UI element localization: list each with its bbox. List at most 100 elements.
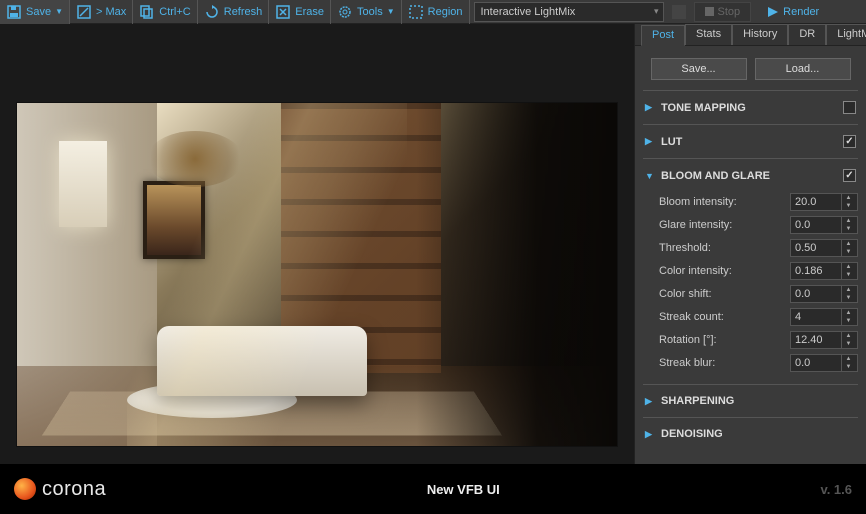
section-checkbox[interactable] [843, 101, 856, 114]
panel-tabs: Post Stats History DR LightMix [635, 24, 866, 46]
refresh-button[interactable]: Refresh [198, 0, 270, 24]
save-settings-button[interactable]: Save... [651, 58, 747, 80]
spinner-input[interactable]: ▲▼ [790, 216, 858, 234]
version-label: v. 1.6 [820, 482, 852, 497]
arrow-up-icon[interactable]: ▲ [842, 332, 855, 340]
toolbar-label: Erase [295, 6, 324, 18]
property-row: Color shift: ▲▼ [659, 282, 858, 305]
value-field[interactable] [791, 357, 841, 369]
property-row: Rotation [°]:▲▼ [659, 328, 858, 351]
section-title: LUT [661, 136, 682, 148]
stop-button[interactable]: Stop [694, 2, 752, 22]
section-header[interactable]: ▼ BLOOM AND GLARE [643, 165, 858, 186]
dropdown-value: Interactive LightMix [481, 6, 576, 18]
spinner-arrows[interactable]: ▲▼ [841, 194, 855, 210]
spinner-input[interactable]: ▲▼ [790, 193, 858, 211]
region-button[interactable]: Region [402, 0, 470, 24]
section-lut: ▶ LUT [643, 124, 858, 158]
arrow-down-icon[interactable]: ▼ [842, 340, 855, 348]
value-field[interactable] [791, 311, 841, 323]
spinner-input[interactable]: ▲▼ [790, 285, 858, 303]
arrow-down-icon[interactable]: ▼ [842, 317, 855, 325]
erase-button[interactable]: Erase [269, 0, 331, 24]
section-title: DENOISING [661, 428, 723, 440]
section-header[interactable]: ▶ TONE MAPPING [643, 97, 858, 118]
spinner-arrows[interactable]: ▲▼ [841, 355, 855, 371]
arrow-up-icon[interactable]: ▲ [842, 194, 855, 202]
brand-logo: corona [14, 478, 106, 501]
section-sharpening: ▶ SHARPENING [643, 384, 858, 417]
spinner-input[interactable]: ▲▼ [790, 308, 858, 326]
spinner-input[interactable]: ▲▼ [790, 262, 858, 280]
arrow-down-icon[interactable]: ▼ [842, 363, 855, 371]
spinner-arrows[interactable]: ▲▼ [841, 240, 855, 256]
arrow-up-icon[interactable]: ▲ [842, 217, 855, 225]
arrow-up-icon[interactable]: ▲ [842, 240, 855, 248]
section-checkbox[interactable] [843, 135, 856, 148]
render-button[interactable]: Render [757, 1, 829, 23]
section-header[interactable]: ▶ LUT [643, 131, 858, 152]
arrow-down-icon[interactable]: ▼ [842, 248, 855, 256]
section-checkbox[interactable] [843, 169, 856, 182]
tools-button[interactable]: Tools ▼ [331, 0, 402, 24]
spinner-arrows[interactable]: ▲▼ [841, 263, 855, 279]
property-row: Color intensity: ▲▼ [659, 259, 858, 282]
brand-name: corona [42, 478, 106, 501]
arrow-down-icon[interactable]: ▼ [842, 294, 855, 302]
load-settings-button[interactable]: Load... [755, 58, 851, 80]
property-label: Color intensity: [659, 265, 790, 277]
section-header[interactable]: ▶ SHARPENING [643, 391, 858, 411]
arrow-up-icon[interactable]: ▲ [842, 263, 855, 271]
gear-icon [337, 4, 353, 20]
arrow-up-icon[interactable]: ▲ [842, 286, 855, 294]
value-field[interactable] [791, 196, 841, 208]
tab-dr[interactable]: DR [788, 24, 826, 45]
property-label: Threshold: [659, 242, 790, 254]
tab-post[interactable]: Post [641, 25, 685, 46]
spinner-arrows[interactable]: ▲▼ [841, 309, 855, 325]
property-label: Glare intensity: [659, 219, 790, 231]
panel-body: Save... Load... ▶ TONE MAPPING ▶ LUT ▼ B… [635, 46, 866, 464]
value-field[interactable] [791, 219, 841, 231]
property-label: Bloom intensity: [659, 196, 790, 208]
tab-history[interactable]: History [732, 24, 788, 45]
toolbar-label: Stop [718, 6, 741, 18]
chevron-down-icon: ▼ [55, 7, 63, 16]
value-field[interactable] [791, 265, 841, 277]
property-label: Color shift: [659, 288, 790, 300]
spinner-arrows[interactable]: ▲▼ [841, 286, 855, 302]
tab-lightmix[interactable]: LightMix [826, 24, 866, 45]
spinner-arrows[interactable]: ▲▼ [841, 217, 855, 233]
pass-dropdown[interactable]: Interactive LightMix [474, 2, 664, 22]
max-button[interactable]: > Max [70, 0, 133, 24]
arrow-down-icon[interactable]: ▼ [842, 271, 855, 279]
erase-icon [275, 4, 291, 20]
copy-icon [139, 4, 155, 20]
render-output[interactable] [16, 102, 618, 447]
value-field[interactable] [791, 334, 841, 346]
value-field[interactable] [791, 242, 841, 254]
arrow-up-icon[interactable]: ▲ [842, 355, 855, 363]
chevron-down-icon: ▼ [387, 7, 395, 16]
tab-stats[interactable]: Stats [685, 24, 732, 45]
section-denoising: ▶ DENOISING [643, 417, 858, 450]
spinner-arrows[interactable]: ▲▼ [841, 332, 855, 348]
spinner-input[interactable]: ▲▼ [790, 354, 858, 372]
copy-button[interactable]: Ctrl+C [133, 0, 197, 24]
spinner-input[interactable]: ▲▼ [790, 331, 858, 349]
save-button[interactable]: Save ▼ [0, 0, 70, 24]
toolbar-label: > Max [96, 6, 126, 18]
side-panel: Post Stats History DR LightMix Save... L… [634, 24, 866, 464]
value-field[interactable] [791, 288, 841, 300]
toolbar: Save ▼ > Max Ctrl+C Refresh Erase Tools … [0, 0, 866, 24]
spinner-input[interactable]: ▲▼ [790, 239, 858, 257]
property-row: Glare intensity: ▲▼ [659, 213, 858, 236]
section-header[interactable]: ▶ DENOISING [643, 424, 858, 444]
toolbar-label: Region [428, 6, 463, 18]
stop-icon [705, 7, 714, 16]
section-bloom-glare: ▼ BLOOM AND GLARE Bloom intensity:▲▼Glar… [643, 158, 858, 384]
arrow-up-icon[interactable]: ▲ [842, 309, 855, 317]
arrow-down-icon[interactable]: ▼ [842, 225, 855, 233]
play-icon [767, 6, 779, 18]
arrow-down-icon[interactable]: ▼ [842, 202, 855, 210]
